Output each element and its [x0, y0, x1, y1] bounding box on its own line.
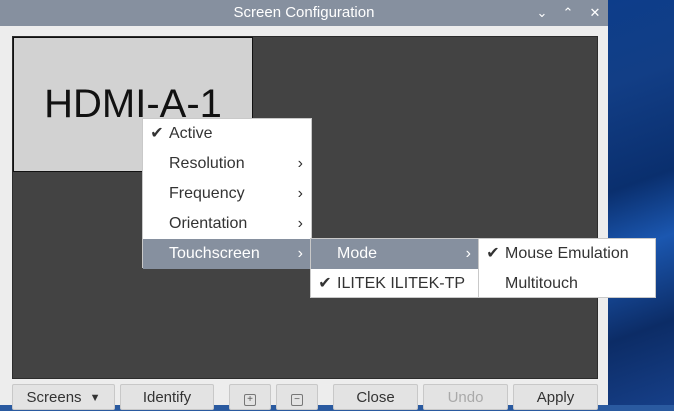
- menu-item-touchscreen[interactable]: Touchscreen ›: [143, 239, 311, 269]
- desktop-background: [608, 0, 674, 405]
- close-icon[interactable]: ✕: [585, 3, 605, 23]
- touchscreen-submenu: Mode › ✔ ILITEK ILITEK-TP: [310, 238, 480, 298]
- menu-item-frequency[interactable]: Frequency ›: [143, 179, 311, 209]
- chevron-right-icon: ›: [297, 155, 303, 172]
- menu-item-label: Multitouch: [505, 275, 578, 292]
- zoom-out-button[interactable]: −: [276, 384, 318, 410]
- screens-button[interactable]: Screens ▼: [12, 384, 115, 410]
- check-icon: ✔: [486, 245, 500, 262]
- undo-button[interactable]: Undo: [423, 384, 508, 410]
- screens-button-label: Screens: [26, 389, 82, 406]
- check-icon: ✔: [318, 275, 332, 292]
- zoom-in-icon: +: [244, 394, 256, 406]
- menu-item-label: Frequency: [169, 185, 245, 202]
- menu-item-label: Touchscreen: [169, 245, 260, 262]
- identify-button[interactable]: Identify: [120, 384, 214, 410]
- menu-item-mode[interactable]: Mode ›: [311, 239, 479, 269]
- close-button[interactable]: Close: [333, 384, 418, 410]
- menu-item-label: Mouse Emulation: [505, 245, 629, 262]
- check-icon: ✔: [150, 125, 164, 142]
- menu-item-mouse-emulation[interactable]: ✔ Mouse Emulation: [479, 239, 655, 269]
- chevron-right-icon: ›: [297, 185, 303, 202]
- menu-item-resolution[interactable]: Resolution ›: [143, 149, 311, 179]
- monitor-context-menu: ✔ Active Resolution › Frequency › Orient…: [142, 118, 312, 269]
- zoom-out-icon: −: [291, 394, 303, 406]
- mode-submenu: ✔ Mouse Emulation Multitouch: [478, 238, 656, 298]
- menu-item-multitouch[interactable]: Multitouch: [479, 269, 655, 299]
- maximize-icon[interactable]: ⌃: [558, 3, 578, 23]
- zoom-in-button[interactable]: +: [229, 384, 271, 410]
- menu-item-ilitek[interactable]: ✔ ILITEK ILITEK-TP: [311, 269, 479, 299]
- window-title: Screen Configuration: [233, 4, 375, 21]
- title-bar[interactable]: Screen Configuration ⌄ ⌃ ✕: [0, 0, 608, 26]
- menu-item-label: ILITEK ILITEK-TP: [337, 275, 466, 292]
- chevron-right-icon: ›: [465, 245, 471, 262]
- menu-item-label: Active: [169, 125, 213, 142]
- apply-button[interactable]: Apply: [513, 384, 598, 410]
- chevron-right-icon: ›: [297, 245, 303, 262]
- chevron-right-icon: ›: [297, 215, 303, 232]
- screen-configuration-window: Screen Configuration ⌄ ⌃ ✕ HDMI-A-1 ✔ Ac…: [0, 0, 656, 410]
- menu-item-label: Orientation: [169, 215, 248, 232]
- menu-item-label: Mode: [337, 245, 378, 262]
- menu-item-active[interactable]: ✔ Active: [143, 119, 311, 149]
- menu-item-label: Resolution: [169, 155, 245, 172]
- minimize-icon[interactable]: ⌄: [532, 3, 552, 23]
- menu-item-orientation[interactable]: Orientation ›: [143, 209, 311, 239]
- caret-down-icon: ▼: [89, 392, 101, 405]
